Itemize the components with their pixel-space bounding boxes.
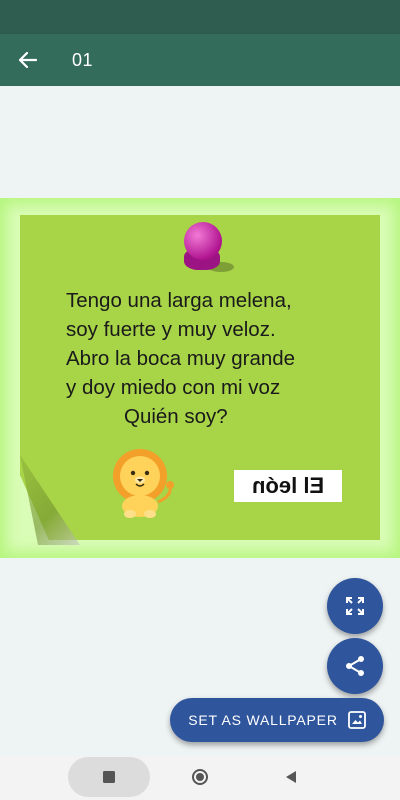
set-wallpaper-button[interactable]: SET AS WALLPAPER [170, 698, 384, 742]
status-bar [0, 0, 400, 34]
fullscreen-button[interactable] [327, 578, 383, 634]
page-title: 01 [72, 49, 94, 70]
riddle-line: soy fuerte y muy veloz. [66, 318, 276, 341]
back-button[interactable] [0, 34, 56, 86]
triangle-back-icon [286, 771, 296, 783]
circle-icon [192, 769, 208, 785]
riddle-line: y doy miedo con mi voz [66, 376, 281, 399]
push-pin-icon [184, 222, 222, 260]
app-bar: 01 [0, 34, 400, 86]
share-button[interactable] [327, 638, 383, 694]
square-icon [103, 771, 115, 783]
fullscreen-icon [346, 597, 364, 615]
riddle-line: Abro la boca muy grande [66, 347, 296, 370]
nav-back-button[interactable] [280, 766, 302, 788]
home-button[interactable] [189, 766, 211, 788]
set-wallpaper-label: SET AS WALLPAPER [188, 712, 338, 728]
riddle-text: Tengo una larga melena, soy fuerte y muy… [66, 286, 366, 431]
answer-label: El león [234, 470, 342, 502]
share-icon [346, 656, 364, 676]
arrow-left-icon [19, 52, 37, 68]
riddle-line: Tengo una larga melena, [66, 289, 292, 312]
answer-text: El león [251, 473, 325, 498]
lion-illustration [113, 449, 174, 518]
riddle-question: Quién soy? [124, 405, 228, 428]
recents-button[interactable] [68, 757, 150, 797]
wallpaper-icon [347, 711, 366, 729]
